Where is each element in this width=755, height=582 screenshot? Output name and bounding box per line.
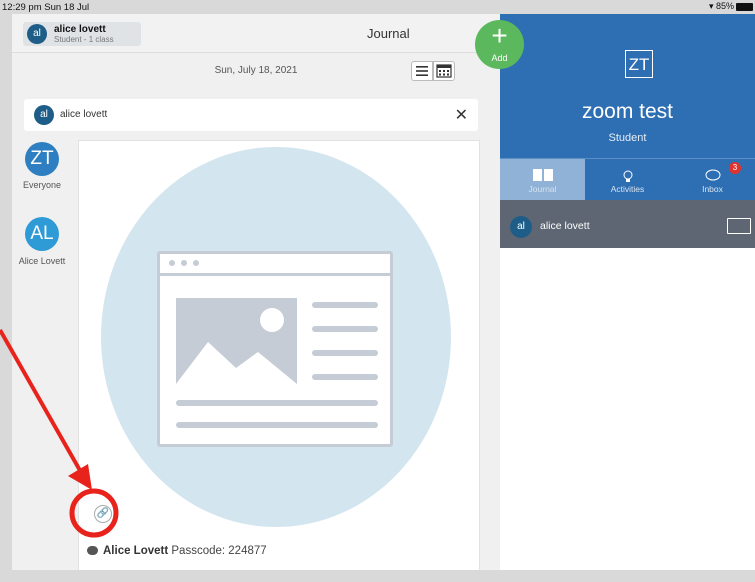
bottom-edge [0, 570, 755, 582]
annotation-circle [69, 488, 119, 538]
annotation-overlay [0, 329, 119, 538]
annotation-arrow-line [0, 329, 84, 475]
